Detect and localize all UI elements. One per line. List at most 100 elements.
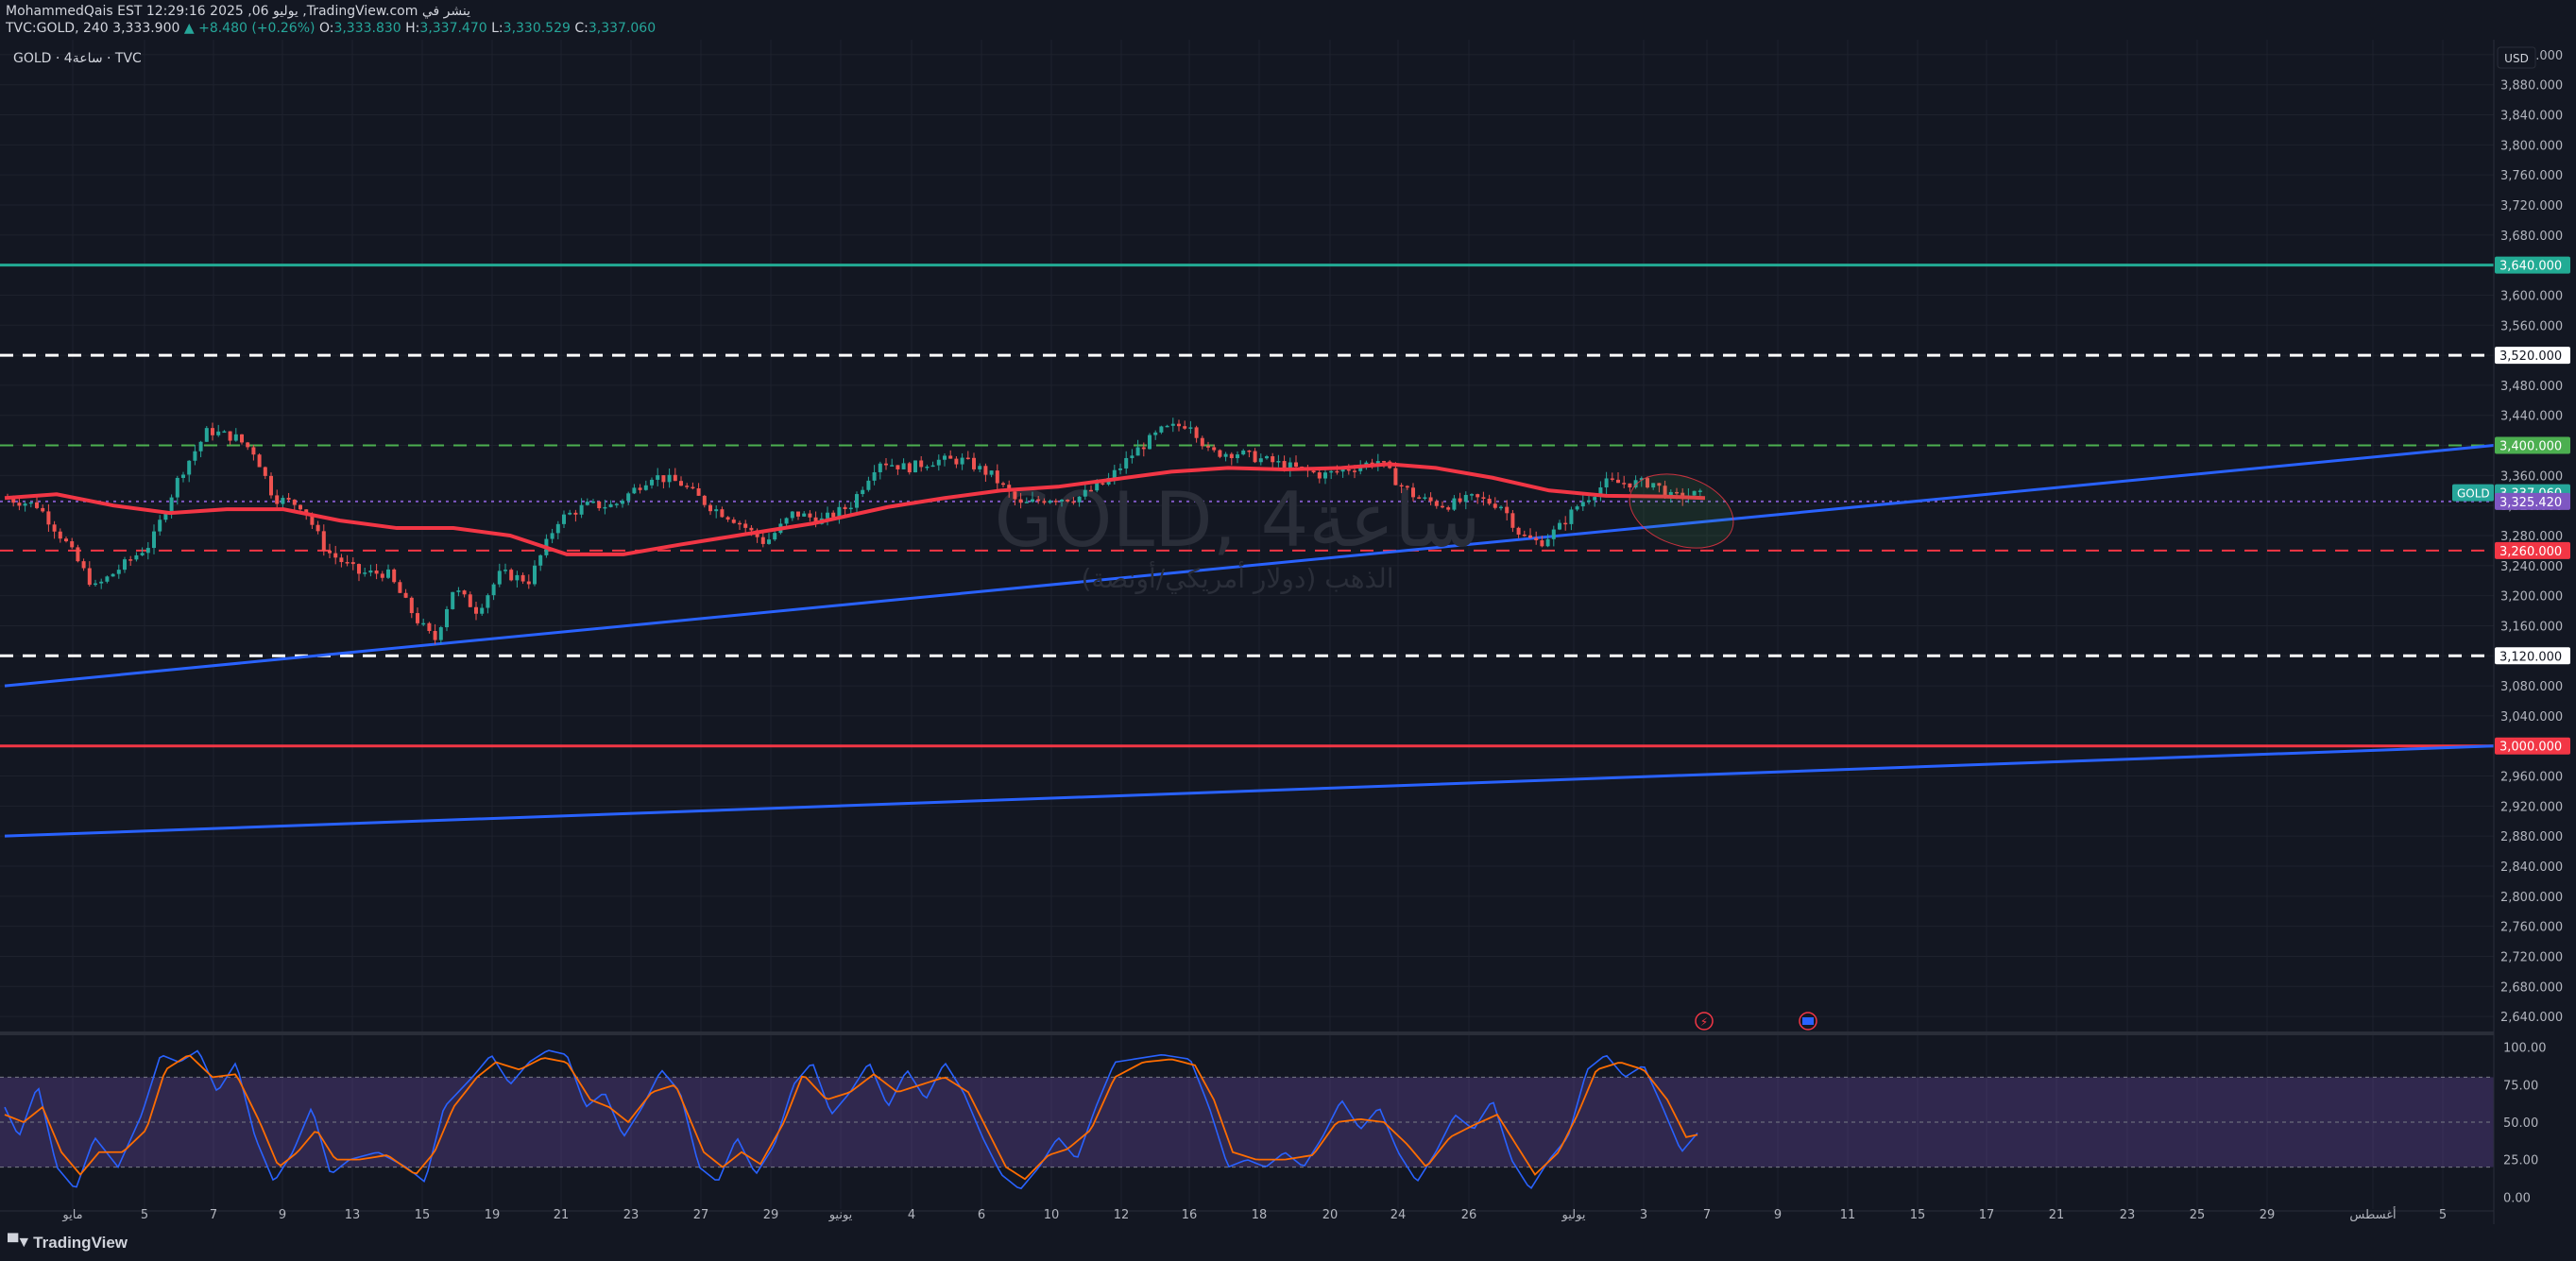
- candle-body: [608, 503, 613, 507]
- candle-body: [1528, 535, 1532, 538]
- candle-body: [87, 568, 92, 586]
- tv-logo-icon: ▀▼: [8, 1234, 31, 1251]
- candle-body: [1165, 425, 1169, 428]
- time-tick-label: 11: [1840, 1208, 1856, 1222]
- time-tick-label: 4: [908, 1208, 915, 1222]
- candle-body: [673, 474, 677, 482]
- ticker-label: TVC:GOLD, 240: [6, 21, 109, 36]
- open-label: O:: [318, 21, 334, 36]
- candle-body: [1258, 458, 1263, 463]
- time-tick-label: 23: [623, 1208, 640, 1222]
- candle-body: [1417, 497, 1422, 499]
- candle-body: [1018, 499, 1023, 503]
- candle-body: [350, 562, 355, 565]
- time-tick-label: 20: [1322, 1208, 1339, 1222]
- candle-body: [216, 431, 221, 435]
- candle-body: [696, 487, 701, 496]
- pane-separator[interactable]: [0, 1031, 2494, 1035]
- candle-body: [409, 597, 414, 614]
- candle-body: [257, 454, 262, 468]
- candle-body: [632, 487, 637, 494]
- candle-body: [1476, 494, 1480, 498]
- candle-body: [702, 495, 707, 505]
- candle-body: [515, 574, 520, 581]
- time-tick-label: 3: [1640, 1208, 1647, 1222]
- candle-body: [187, 460, 192, 475]
- candle-body: [520, 574, 525, 582]
- candle-body: [925, 466, 930, 469]
- candle-body: [714, 509, 719, 512]
- candle-body: [1212, 447, 1217, 451]
- candle-body: [233, 434, 238, 441]
- candle-body: [70, 541, 75, 548]
- candle-body: [708, 504, 712, 512]
- candle-body: [948, 455, 953, 459]
- candle-body: [1294, 462, 1298, 467]
- time-tick-label: 9: [279, 1208, 286, 1222]
- price-tick-label: 3,880.000: [2500, 79, 2563, 94]
- candle-body: [299, 504, 302, 510]
- candle-body: [1077, 496, 1082, 503]
- candle-body: [1604, 478, 1609, 488]
- candle-body: [468, 594, 472, 607]
- candle-body: [550, 533, 554, 539]
- level-price-label: 3,260.000: [2499, 545, 2562, 559]
- candle-body: [345, 562, 350, 564]
- candle-body: [790, 511, 794, 519]
- candle-body: [767, 539, 771, 544]
- candle-body: [691, 486, 695, 489]
- candle-body: [638, 487, 642, 490]
- price-tick-label: 3,480.000: [2500, 380, 2563, 394]
- candle-body: [679, 481, 683, 486]
- candle-body: [1434, 501, 1439, 506]
- candle-body: [1100, 483, 1105, 485]
- candle-body: [1335, 470, 1339, 473]
- candle-body: [403, 592, 408, 598]
- chart-canvas[interactable]: GOLD, 4ساعة الذهب (دولار أمريكي/أونصة) ⚡…: [0, 40, 2576, 1224]
- candle-body: [562, 514, 566, 524]
- price-change: ▲ +8.480 (+0.26%): [183, 21, 316, 36]
- price-tick-label: 2,880.000: [2500, 830, 2563, 844]
- candle-body: [316, 524, 320, 532]
- candle-body: [456, 590, 461, 592]
- candle-body: [1563, 522, 1568, 525]
- candle-body: [843, 506, 847, 510]
- last-price: 3,333.900: [112, 21, 180, 36]
- candle-body: [1593, 497, 1597, 501]
- candle-body: [738, 522, 742, 525]
- price-tick-label: 2,720.000: [2500, 950, 2563, 964]
- candle-body: [292, 499, 297, 505]
- candle-body: [1241, 450, 1246, 455]
- high-label: H:: [405, 21, 420, 36]
- osc-tick-label: 25.00: [2503, 1154, 2538, 1168]
- candle-body: [17, 503, 22, 506]
- candle-body: [1458, 498, 1462, 503]
- candle-body: [884, 463, 888, 466]
- candle-body: [1159, 426, 1164, 433]
- candle-body: [421, 622, 426, 625]
- candle-body: [111, 573, 115, 577]
- symbol-tag-label: GOLD: [2457, 487, 2490, 501]
- candle-body: [1499, 506, 1503, 509]
- candle-body: [1317, 472, 1322, 479]
- candle-body: [526, 581, 531, 585]
- level-price-label: 3,120.000: [2499, 650, 2562, 664]
- level-price-label: 3,640.000: [2499, 260, 2562, 274]
- candle-body: [321, 531, 326, 551]
- last-price-label: 3,325.420: [2499, 496, 2562, 510]
- candle-body: [1083, 489, 1087, 497]
- candle-body: [380, 573, 384, 578]
- flag-glyph: [1802, 1017, 1814, 1025]
- tradingview-logo[interactable]: ▀▼ TradingView: [8, 1234, 128, 1252]
- candle-body: [105, 576, 110, 582]
- candle-body: [667, 474, 672, 483]
- candle-body: [427, 622, 432, 632]
- low-label: L:: [491, 21, 503, 36]
- candle-body: [1001, 483, 1005, 486]
- price-tick-label: 3,280.000: [2500, 530, 2563, 544]
- candle-body: [603, 506, 607, 509]
- candle-body: [568, 512, 572, 515]
- candle-body: [749, 527, 754, 531]
- candle-body: [1223, 453, 1228, 457]
- candle-body: [1148, 435, 1152, 450]
